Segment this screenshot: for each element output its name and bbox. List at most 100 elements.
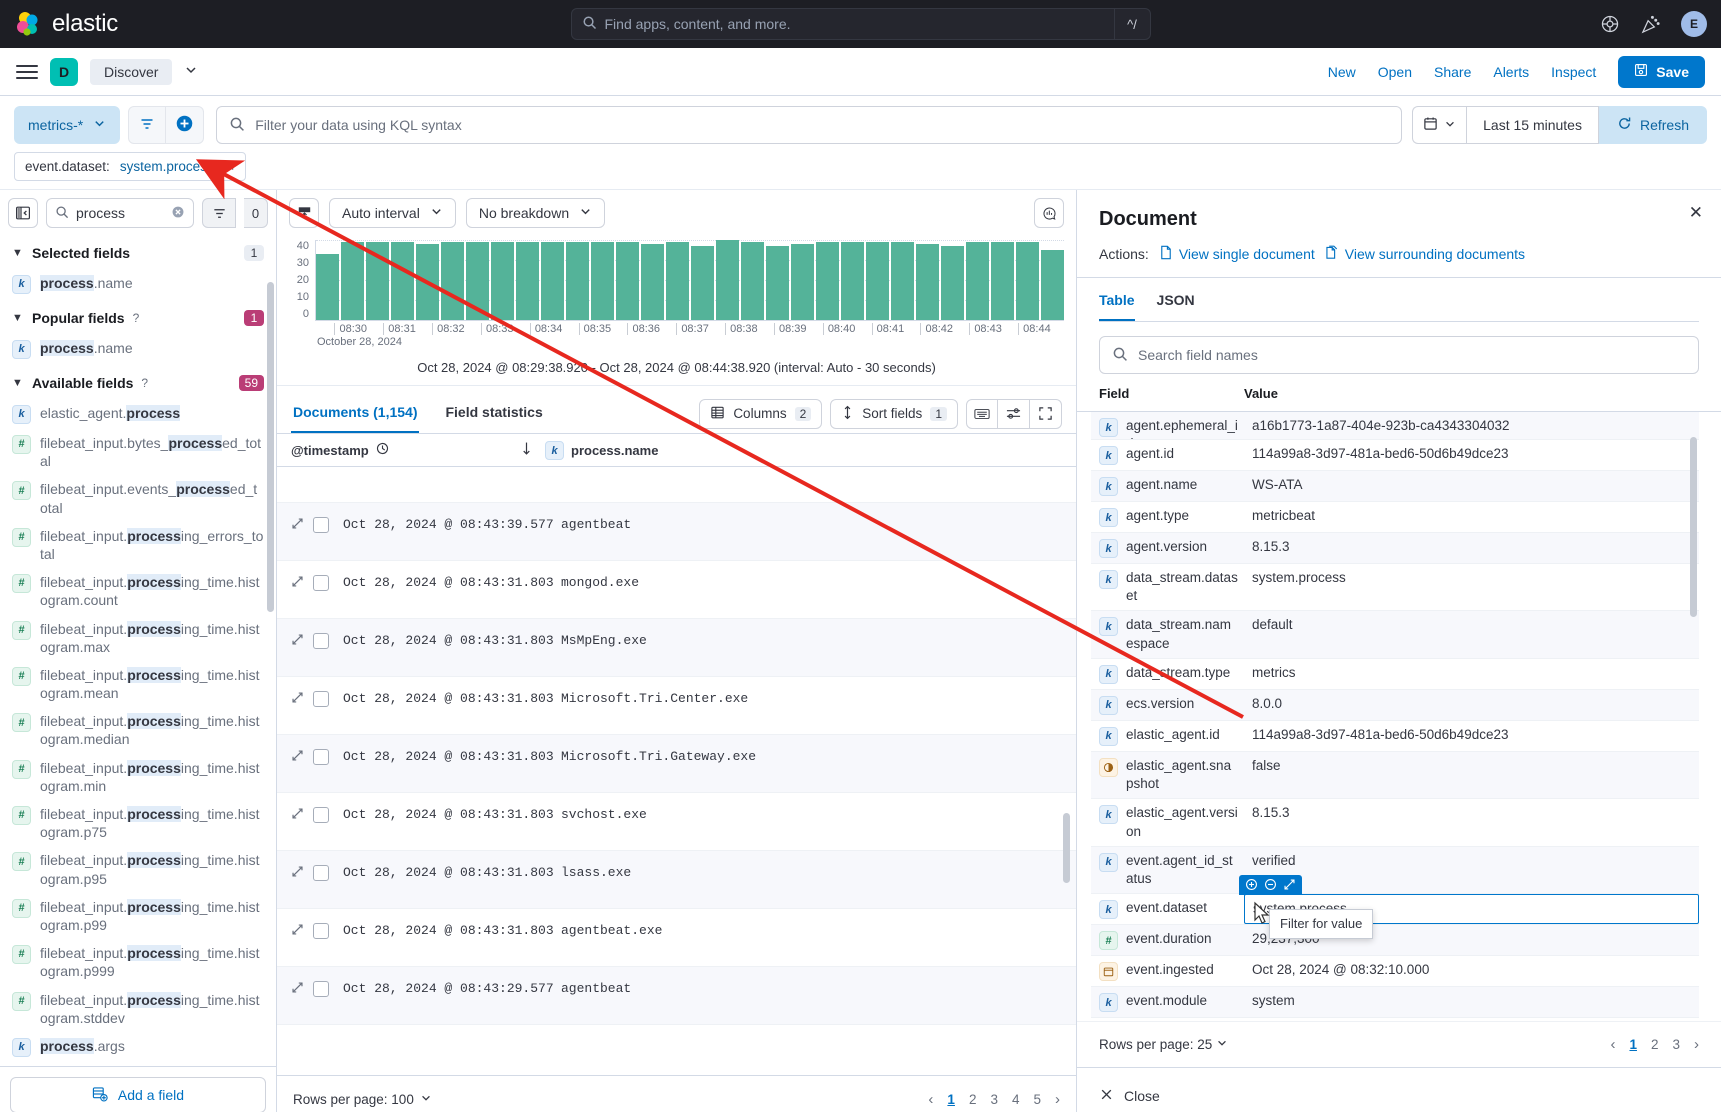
flyout-value-cell[interactable]: metrics: [1244, 659, 1699, 689]
rows-per-page-selector[interactable]: Rows per page: 100: [293, 1092, 432, 1107]
help-icon[interactable]: [1600, 14, 1620, 34]
clear-search-icon[interactable]: [171, 205, 185, 222]
header-process-name[interactable]: k process.name: [545, 440, 658, 460]
histogram-bar[interactable]: [741, 242, 764, 320]
flyout-field-row[interactable]: khost.architecturex86_64: [1091, 1018, 1699, 1021]
keyboard-shortcuts-icon[interactable]: [966, 398, 998, 429]
header-timestamp[interactable]: @timestamp: [291, 441, 545, 459]
flyout-value-cell[interactable]: system.process: [1244, 564, 1699, 610]
sidebar-field-item[interactable]: k process.name: [10, 334, 266, 364]
close-icon[interactable]: ✕: [224, 158, 236, 175]
chevron-down-icon[interactable]: [184, 63, 198, 80]
page-3-button[interactable]: 3: [990, 1092, 998, 1107]
global-search-bar[interactable]: Find apps, content, and more. ^/: [570, 8, 1151, 40]
section-popular-fields[interactable]: ▼ Popular fields ? 1: [10, 299, 266, 334]
histogram-bar[interactable]: [966, 242, 989, 320]
row-checkbox[interactable]: [313, 575, 329, 591]
flyout-value-cell[interactable]: verified: [1244, 847, 1699, 893]
histogram-bar[interactable]: [916, 244, 939, 320]
section-selected-fields[interactable]: ▼ Selected fields 1: [10, 234, 266, 269]
section-available-fields[interactable]: ▼ Available fields ? 59: [10, 364, 266, 399]
table-row[interactable]: Oct 28, 2024 @ 08:43:29.577 agentbeat: [277, 967, 1076, 1025]
prev-page-icon[interactable]: ‹: [928, 1091, 933, 1108]
histogram-bar[interactable]: [891, 242, 914, 320]
expand-row-icon[interactable]: [291, 517, 313, 533]
row-checkbox[interactable]: [313, 865, 329, 881]
help-icon[interactable]: ?: [133, 311, 140, 325]
histogram-bar[interactable]: [516, 242, 539, 320]
flyout-value-cell[interactable]: system.processFilter for value: [1239, 875, 1699, 939]
table-row[interactable]: Oct 28, 2024 @ 08:43:31.803 svchost.exe: [277, 793, 1076, 851]
tab-field-statistics[interactable]: Field statistics: [443, 394, 544, 433]
histogram-bar[interactable]: [566, 242, 589, 320]
flyout-value-cell[interactable]: 114a99a8-3d97-481a-bed6-50d6b49dce23: [1244, 721, 1699, 751]
nav-share[interactable]: Share: [1434, 64, 1471, 80]
sidebar-field-item[interactable]: # filebeat_input.processing_errors_total: [10, 522, 266, 568]
page-2-button[interactable]: 2: [1651, 1037, 1659, 1052]
sidebar-field-item[interactable]: # filebeat_input.processing_time.histogra…: [10, 568, 266, 614]
histogram-bar[interactable]: [1041, 250, 1064, 320]
flyout-field-row[interactable]: k agent.ephemeral_id a16b1773-1a87-404e-92…: [1091, 412, 1699, 440]
flyout-field-row[interactable]: k elastic_agent.id 114a99a8-3d97-481a-bed6…: [1091, 721, 1699, 752]
expand-row-icon[interactable]: [291, 691, 313, 707]
histogram-bar[interactable]: [941, 246, 964, 320]
page-3-button[interactable]: 3: [1672, 1037, 1680, 1052]
flyout-value-cell[interactable]: false: [1244, 752, 1699, 798]
sidebar-field-item[interactable]: # filebeat_input.processing_time.histogra…: [10, 615, 266, 661]
nav-inspect[interactable]: Inspect: [1551, 64, 1596, 80]
page-4-button[interactable]: 4: [1012, 1092, 1020, 1107]
row-checkbox[interactable]: [313, 517, 329, 533]
field-search-input[interactable]: process: [46, 198, 194, 228]
flyout-rows-per-page-selector[interactable]: Rows per page: 25: [1099, 1037, 1228, 1052]
interval-select[interactable]: Auto interval: [329, 198, 456, 228]
histogram-bar[interactable]: [416, 244, 439, 320]
sidebar-field-item[interactable]: # filebeat_input.bytes_processed_total: [10, 429, 266, 475]
refresh-button[interactable]: Refresh: [1598, 106, 1707, 144]
tab-table[interactable]: Table: [1099, 292, 1135, 321]
page-5-button[interactable]: 5: [1033, 1092, 1041, 1107]
histogram-bars-container[interactable]: [315, 240, 1064, 320]
filter-options-button[interactable]: [128, 106, 167, 144]
sort-fields-button[interactable]: Sort fields 1: [830, 398, 958, 429]
row-checkbox[interactable]: [313, 981, 329, 997]
field-names-search-input[interactable]: Search field names: [1099, 336, 1699, 374]
histogram-bar[interactable]: [391, 242, 414, 320]
flyout-value-cell[interactable]: 8.15.3: [1244, 533, 1699, 563]
sidebar-field-item[interactable]: # filebeat_input.processing_time.histogra…: [10, 846, 266, 892]
field-list[interactable]: ▼ Selected fields 1 k process.name ▼ Popu…: [0, 234, 276, 1066]
flyout-field-row[interactable]: k agent.type metricbeat: [1091, 502, 1699, 533]
table-row[interactable]: Oct 28, 2024 @ 08:43:31.803 Microsoft.Tri…: [277, 677, 1076, 735]
histogram-bar[interactable]: [341, 242, 364, 320]
view-surrounding-documents-link[interactable]: View surrounding documents: [1325, 245, 1525, 263]
histogram-bar[interactable]: [866, 242, 889, 320]
histogram-bar[interactable]: [316, 254, 339, 320]
histogram-bar[interactable]: [791, 244, 814, 320]
expand-row-icon[interactable]: [291, 575, 313, 591]
prev-page-icon[interactable]: ‹: [1610, 1036, 1615, 1053]
flyout-field-row[interactable]: k ecs.version 8.0.0: [1091, 689, 1699, 721]
histogram-bar[interactable]: [641, 244, 664, 320]
close-button[interactable]: Close: [1099, 1087, 1160, 1105]
expand-row-icon[interactable]: [291, 749, 313, 765]
expand-row-icon[interactable]: [291, 981, 313, 997]
sidebar-field-item[interactable]: k elastic_agent.process: [10, 399, 266, 429]
nav-new[interactable]: New: [1328, 64, 1356, 80]
sidebar-field-item[interactable]: # filebeat_input.processing_time.histogra…: [10, 754, 266, 800]
table-row[interactable]: Oct 28, 2024 @ 08:43:31.803 mongod.exe: [277, 561, 1076, 619]
sidebar-field-item[interactable]: k process.name: [10, 269, 266, 299]
tab-json[interactable]: JSON: [1157, 292, 1195, 321]
date-range-display[interactable]: Last 15 minutes: [1466, 106, 1599, 144]
table-row[interactable]: Oct 28, 2024 @ 08:43:31.803 agentbeat.exe: [277, 909, 1076, 967]
row-checkbox[interactable]: [313, 633, 329, 649]
histogram-bar[interactable]: [541, 242, 564, 320]
page-1-button[interactable]: 1: [947, 1092, 955, 1107]
flyout-scrollbar[interactable]: [1690, 437, 1697, 617]
tab-documents[interactable]: Documents (1,154): [291, 394, 420, 433]
filter-out-value-icon[interactable]: [1264, 878, 1277, 893]
histogram-bar[interactable]: [441, 242, 464, 320]
help-icon[interactable]: ?: [141, 376, 148, 390]
histogram-bar[interactable]: [666, 242, 689, 320]
flyout-value-cell[interactable]: system: [1244, 987, 1699, 1017]
sidebar-field-item[interactable]: # filebeat_input.processing_time.histogra…: [10, 800, 266, 846]
chart-edit-visualization-icon[interactable]: [1034, 198, 1064, 228]
